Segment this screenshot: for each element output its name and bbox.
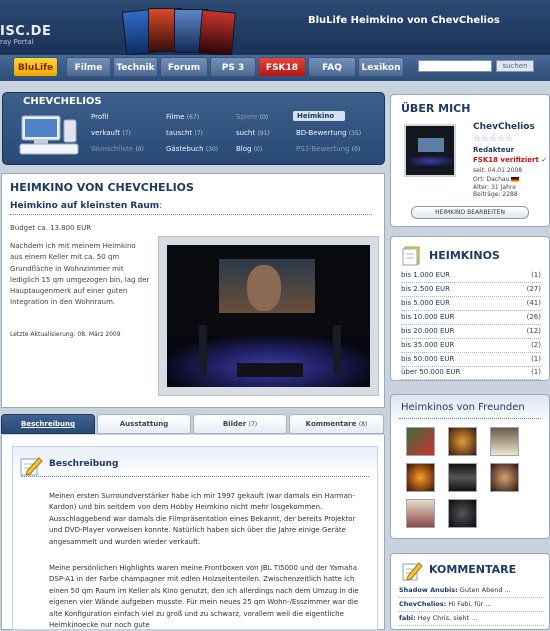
description-paragraph-1: Meinen ersten Surroundverstärker habe ic… (49, 492, 356, 546)
user-avatar[interactable] (404, 124, 456, 177)
list-item[interactable]: bis 50.000 EUR (1) (401, 355, 541, 367)
list-item[interactable]: bis 35.000 EUR (2) (401, 341, 541, 353)
comment-item[interactable]: Shadow Anubis: Guten Abend ... (399, 586, 544, 598)
list-item[interactable]: über 50.000 EUR (1) (401, 368, 541, 380)
profile-link-tauscht[interactable]: tauscht (7) (166, 129, 203, 137)
heimkino-photo[interactable] (158, 236, 379, 396)
profile-link-spiele[interactable]: Spiele (0) (236, 113, 268, 121)
page-header-title: BluLife Heimkino von ChevChelios (308, 15, 500, 26)
site-logo-subtitle: ray Portal (0, 38, 34, 46)
tab-bilder[interactable]: Bilder (7) (193, 414, 287, 434)
nav-item-forum[interactable]: Forum (160, 57, 208, 77)
description-box: Beschreibung Meinen ersten Surroundverst… (12, 446, 378, 630)
last-updated-text: Letzte Aktualisierung: 08. März 2009 (10, 331, 121, 338)
header-bluray-covers (120, 6, 245, 57)
profile-link-filme[interactable]: Filme (67) (166, 113, 199, 121)
profile-link-gaestebuch[interactable]: Gästebuch (30) (166, 145, 218, 153)
user-age: Alter: 31 Jahre (473, 184, 516, 191)
profile-link-profil[interactable]: Profil (91, 113, 108, 121)
rating-stars-icon: ☆☆☆☆☆ (473, 134, 514, 144)
profile-username: CHEVCHELIOS (23, 96, 102, 107)
tab-ausstattung[interactable]: Ausstattung (97, 414, 191, 434)
nav-item-technik[interactable]: Technik (113, 57, 158, 77)
friends-title: Heimkinos von Freunden (401, 402, 525, 413)
budget-text: Budget ca. 13.800 EUR (10, 224, 92, 232)
description-title: Beschreibung (49, 459, 119, 469)
comment-item[interactable]: fabi: Hey Chris, sieht ... (399, 614, 544, 626)
profile-link-wunschliste[interactable]: Wunschliste (0) (91, 145, 144, 153)
about-me-panel: ÜBER MICH ChevChelios ☆☆☆☆☆ Redakteur FS… (390, 94, 550, 227)
list-item[interactable]: bis 1.000 EUR (1) (401, 271, 541, 283)
comments-panel: KOMMENTARE Shadow Anubis: Guten Abend ..… (390, 553, 550, 630)
list-item[interactable]: bis 10.000 EUR (26) (401, 313, 541, 325)
nav-item-blulife[interactable]: BluLife (13, 57, 58, 77)
comment-item[interactable]: ChevChelios: Hi Fabi, für ... (399, 600, 544, 612)
profile-link-verkauft[interactable]: verkauft (7) (91, 129, 131, 137)
heimkino-subtitle: Heimkino auf kleinsten Raum: (10, 201, 163, 211)
friend-avatar[interactable] (490, 463, 519, 492)
profile-menu-box: CHEVCHELIOS Profil verkauft (7) Wunschli… (2, 92, 385, 165)
profile-link-sucht[interactable]: sucht (91) (236, 129, 270, 137)
heimkino-main-panel: HEIMKINO VON CHEVCHELIOS Heimkino auf kl… (1, 173, 385, 408)
nav-item-faq[interactable]: FAQ (308, 57, 356, 77)
friend-avatar[interactable] (406, 499, 435, 528)
friend-avatar[interactable] (406, 463, 435, 492)
tab-beschreibung[interactable]: Beschreibung (1, 414, 95, 434)
fsk-verified-badge: FSK18 verifiziert ✓ (473, 156, 548, 164)
intro-text: Nachdem ich mit meinem Heimkino aus eine… (10, 242, 150, 307)
nav-item-fsk18[interactable]: FSK18 (258, 57, 306, 77)
list-item[interactable]: bis 2.500 EUR (27) (401, 285, 541, 297)
nav-item-lexikon[interactable]: Lexikon (358, 57, 404, 77)
pencil-note-icon (20, 457, 43, 476)
search-button[interactable]: suchen (496, 60, 534, 72)
heimkinos-panel: HEIMKINOS bis 1.000 EUR (1) bis 2.500 EUR… (390, 236, 550, 381)
notes-icon (402, 246, 420, 266)
user-location: Ort: Dachau (473, 176, 520, 183)
home-theater-icon (19, 115, 79, 155)
description-paragraph-2: Meine persönlichen Highlights waren mein… (49, 564, 359, 630)
heimkino-tabs: Beschreibung Ausstattung Bilder (7) Komm… (1, 411, 385, 435)
friends-heimkinos-panel: Heimkinos von Freunden (390, 394, 550, 539)
profile-link-heimkino[interactable]: Heimkino (293, 111, 345, 121)
search-input[interactable] (418, 60, 492, 72)
list-item[interactable]: bis 5.000 EUR (41) (401, 299, 541, 311)
german-flag-icon (511, 177, 520, 182)
nav-item-ps3[interactable]: PS 3 (210, 57, 256, 77)
heimkinos-title: HEIMKINOS (429, 249, 500, 262)
divider (399, 418, 541, 419)
friend-avatar[interactable] (448, 463, 477, 492)
divider (10, 214, 372, 215)
friend-avatar[interactable] (406, 427, 435, 456)
comments-title: KOMMENTARE (429, 563, 517, 576)
profile-link-blog[interactable]: Blog (0) (236, 145, 262, 153)
list-item[interactable]: bis 20.000 EUR (12) (401, 327, 541, 339)
site-header: ISC.DE ray Portal BluLife Heimkino von C… (0, 0, 550, 57)
description-panel: Beschreibung Meinen ersten Surroundverst… (1, 435, 385, 630)
profile-link-ps3-bewertung[interactable]: PS3-Bewertung (0) (296, 145, 360, 153)
friend-avatar[interactable] (448, 427, 477, 456)
member-since: seit: 04.01.2008 (473, 167, 523, 174)
page-title: HEIMKINO VON CHEVCHELIOS (10, 181, 194, 194)
check-icon: ✓ (541, 156, 548, 164)
friend-avatar[interactable] (448, 499, 477, 528)
about-username[interactable]: ChevChelios (473, 122, 535, 132)
nav-item-filme[interactable]: Filme (66, 57, 111, 77)
tab-kommentare[interactable]: Kommentare (8) (289, 414, 384, 434)
profile-link-bd-bewertung[interactable]: BD-Bewertung (35) (296, 129, 361, 137)
divider (21, 476, 369, 477)
user-posts: Beiträge: 2288 (473, 191, 518, 198)
user-role: Redakteur (473, 146, 515, 154)
about-me-title: ÜBER MICH (401, 102, 471, 115)
site-logo[interactable]: ISC.DE (0, 24, 51, 39)
friend-avatar[interactable] (490, 427, 519, 456)
pencil-note-icon (402, 562, 423, 581)
edit-heimkino-button[interactable]: HEIMKINO BEARBEITEN (411, 206, 529, 219)
heimkino-photo-image (167, 245, 370, 387)
